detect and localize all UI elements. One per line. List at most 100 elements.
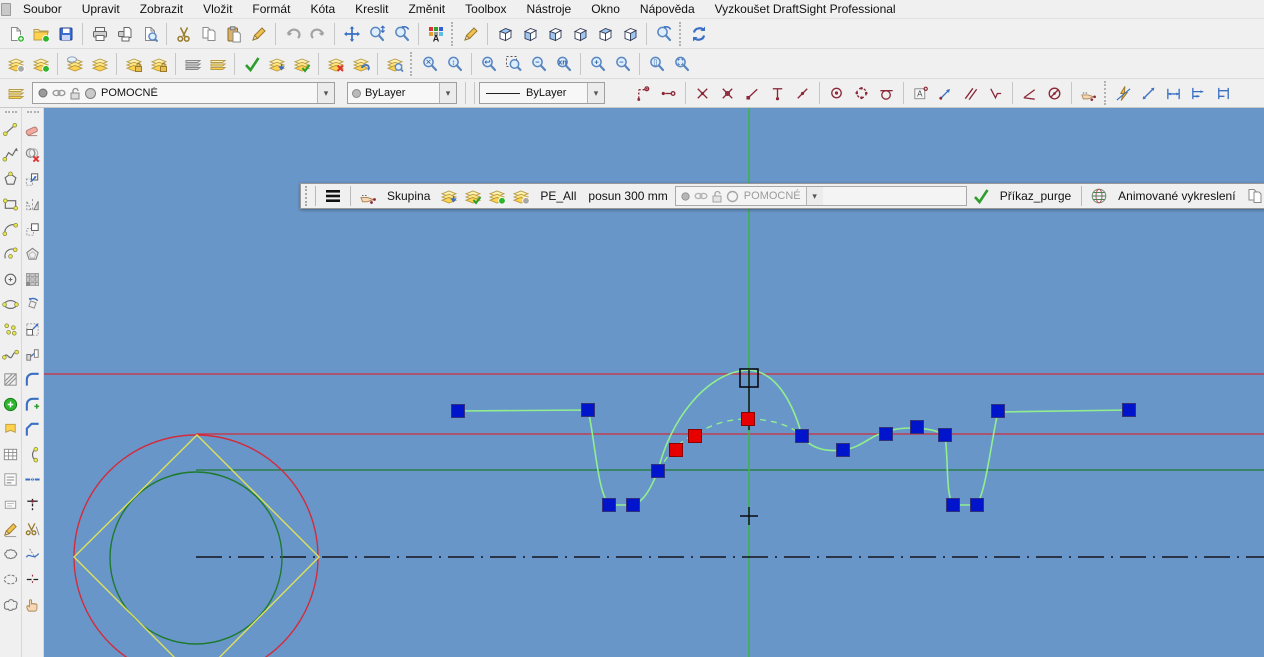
discard-duplicates-icon[interactable] [24, 145, 42, 163]
refresh-icon[interactable] [686, 21, 711, 47]
undo-icon[interactable] [280, 21, 305, 47]
cloud-ellipse-icon[interactable] [2, 570, 20, 588]
grip-red-active[interactable] [689, 430, 702, 443]
grip-blue[interactable] [971, 499, 984, 512]
chamfer-icon[interactable] [24, 420, 42, 438]
grip-red-active[interactable] [742, 413, 755, 426]
menu-okno[interactable]: Okno [581, 0, 630, 19]
active-layer-combo[interactable]: POMOCNÉ ▾ [32, 82, 335, 104]
dim-smart-icon[interactable] [1111, 80, 1136, 106]
globe-icon[interactable] [1087, 184, 1111, 208]
layer-apply-icon[interactable] [461, 184, 485, 208]
zoom-previous-icon[interactable] [389, 21, 414, 47]
cut-icon[interactable] [171, 21, 196, 47]
menu-kreslit[interactable]: Kreslit [345, 0, 398, 19]
menu-zmenit[interactable]: Změnit [398, 0, 455, 19]
scale-icon[interactable] [24, 320, 42, 338]
offset-icon[interactable] [24, 245, 42, 263]
snap-tangent-icon[interactable] [874, 80, 899, 106]
snap-extension-icon[interactable] [983, 80, 1008, 106]
new-icon[interactable] [3, 21, 28, 47]
copy-entity-icon[interactable] [24, 220, 42, 238]
spline-entity[interactable] [458, 370, 1129, 505]
menu-vyzkouset-draftsight-professional[interactable]: Vyzkoušet DraftSight Professional [705, 0, 906, 19]
save-icon[interactable] [53, 21, 78, 47]
menu-format[interactable]: Formát [242, 0, 300, 19]
snap-insertion-icon[interactable]: A [908, 80, 933, 106]
layer-on-icon[interactable] [485, 184, 509, 208]
snap-angle-icon[interactable] [1017, 80, 1042, 106]
zoom-scale-icon[interactable]: xn [551, 51, 576, 77]
cube-back-icon[interactable] [617, 21, 642, 47]
layer-lock-icon[interactable] [121, 51, 146, 77]
zoom-previous-2-icon[interactable] [651, 21, 676, 47]
grip-blue[interactable] [603, 499, 616, 512]
trim-t-icon[interactable] [24, 495, 42, 513]
layer-preview-icon[interactable] [382, 51, 407, 77]
layer-thaw-icon[interactable] [87, 51, 112, 77]
menu-nastroje[interactable]: Nástroje [517, 0, 582, 19]
table-icon[interactable] [2, 445, 20, 463]
linestyle-dropdown-arrow-icon[interactable]: ▾ [587, 83, 604, 103]
snap-apparent-icon[interactable] [715, 80, 740, 106]
menu-toolbox[interactable]: Toolbox [455, 0, 516, 19]
print-preview-icon[interactable] [137, 21, 162, 47]
layer-restore-icon[interactable] [348, 51, 373, 77]
cube-front-icon[interactable] [592, 21, 617, 47]
snap-track-icon[interactable] [1076, 80, 1101, 106]
pan-icon[interactable] [339, 21, 364, 47]
print-icon[interactable] [87, 21, 112, 47]
arc-center-icon[interactable] [2, 245, 20, 263]
grip-red-active[interactable] [670, 444, 683, 457]
layers-inactive-icon[interactable] [180, 51, 205, 77]
snap-midpoint-icon[interactable] [790, 80, 815, 106]
layer-isolate-icon[interactable] [264, 51, 289, 77]
format-brush-icon[interactable] [246, 21, 271, 47]
dim-ordinate-icon[interactable] [1211, 80, 1236, 106]
layers-manager-icon[interactable] [3, 80, 28, 106]
menu-zobrazit[interactable]: Zobrazit [130, 0, 193, 19]
floating-layer-combo[interactable]: POMOCNÉ ▾ [675, 186, 967, 206]
grip-blue[interactable] [911, 421, 924, 434]
grip-blue[interactable] [939, 429, 952, 442]
snap-perpendicular-foot-icon[interactable] [765, 80, 790, 106]
zoom-fit-icon[interactable]: ⛶ [669, 51, 694, 77]
pen-icon[interactable] [458, 21, 483, 47]
zoom-dynamic-icon[interactable] [364, 21, 389, 47]
fillet-plus-icon[interactable] [24, 395, 42, 413]
menu-burger-icon[interactable] [321, 184, 345, 208]
prikaz-purge-button[interactable]: Příkaz_purge [995, 189, 1076, 203]
dim-aligned-icon[interactable] [1136, 80, 1161, 106]
dim-linear-icon[interactable] [1161, 80, 1186, 106]
drawing-canvas[interactable]: Skupina PE_All posun 300 mm POMOCNÉ ▾ Př… [44, 108, 1264, 657]
layer-accept-icon[interactable] [239, 51, 264, 77]
pattern-icon[interactable] [24, 270, 42, 288]
mirror-icon[interactable] [24, 195, 42, 213]
grip-blue[interactable] [796, 430, 809, 443]
menu-vlozit[interactable]: Vložit [193, 0, 242, 19]
menu-upravit[interactable]: Upravit [72, 0, 130, 19]
esnap-entity-icon[interactable] [656, 80, 681, 106]
ellipse-icon[interactable] [2, 295, 20, 313]
copy-pages-icon[interactable] [1243, 184, 1264, 208]
snap-quadrant-icon[interactable] [849, 80, 874, 106]
zoom-back-icon[interactable]: ↩ [476, 51, 501, 77]
weld-icon[interactable] [24, 470, 42, 488]
power-trim-icon[interactable] [24, 545, 42, 563]
skupina-button[interactable]: Skupina [382, 189, 435, 203]
ribbon-icon[interactable] [2, 420, 20, 438]
grip-blue[interactable] [1123, 404, 1136, 417]
layers-active-icon[interactable] [205, 51, 230, 77]
menu-kota[interactable]: Kóta [300, 0, 345, 19]
arc-icon[interactable] [2, 220, 20, 238]
spline-icon[interactable] [2, 345, 20, 363]
zoom-out-circle-icon[interactable]: − [526, 51, 551, 77]
polygon-icon[interactable] [2, 170, 20, 188]
cloud-free-icon[interactable] [2, 595, 20, 613]
animovane-vykresleni-button[interactable]: Animované vykreslení [1113, 189, 1240, 203]
snap-parallel-icon[interactable] [958, 80, 983, 106]
cube-bottom-icon[interactable] [517, 21, 542, 47]
toolbar-drag-handle[interactable] [27, 111, 39, 113]
layer-isolate-icon[interactable] [437, 184, 461, 208]
move-icon[interactable] [24, 170, 42, 188]
